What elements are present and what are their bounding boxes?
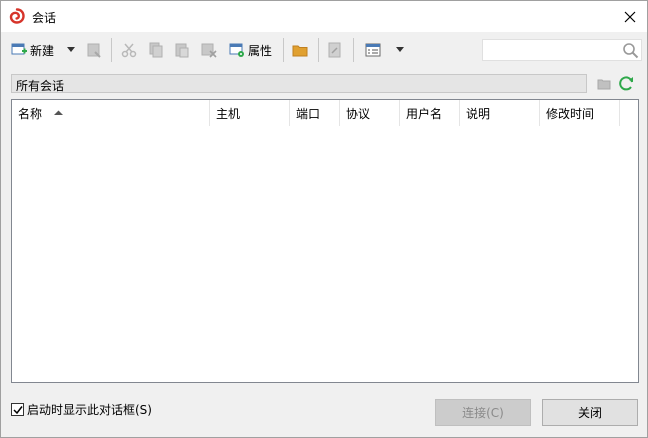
search-input[interactable] [482,39,642,61]
column-header-label: 修改时间 [546,106,595,121]
toolbar-separator [283,38,284,62]
properties-button[interactable]: 属性 [229,39,272,61]
close-window-button[interactable] [613,1,647,32]
toolbar: 新建 属性 [1,32,647,68]
sessions-dialog: 会话 新建 属性 所有会话 名称 主机 端口 协议 用户名 说明 修改时间 启动… [0,0,648,438]
column-header-description[interactable]: 说明 [460,100,540,126]
app-logo-icon [9,8,25,24]
show-on-startup-label: 启动时显示此对话框(S) [27,403,152,417]
new-session-icon [11,43,27,55]
export-button[interactable] [327,39,343,61]
column-header-label: 说明 [466,106,491,121]
list-header: 名称 主机 端口 协议 用户名 说明 修改时间 [12,100,638,126]
column-header-name[interactable]: 名称 [12,100,210,126]
column-header-port[interactable]: 端口 [290,100,340,126]
title-bar[interactable]: 会话 [1,1,647,32]
open-session-button[interactable] [86,39,102,61]
checkbox-box[interactable] [11,403,24,416]
open-session-icon [87,43,101,58]
view-mode-button[interactable] [365,39,381,61]
toolbar-separator [318,38,319,62]
paste-button[interactable] [174,39,190,61]
session-list[interactable]: 名称 主机 端口 协议 用户名 说明 修改时间 [11,99,639,383]
copy-icon [149,42,163,58]
column-header-label: 名称 [18,106,43,121]
show-on-startup-checkbox[interactable]: 启动时显示此对话框(S) [11,401,152,418]
column-header-host[interactable]: 主机 [210,100,290,126]
close-button[interactable]: 关闭 [542,399,638,426]
breadcrumb[interactable]: 所有会话 [11,74,587,93]
cut-icon [121,43,137,58]
toolbar-separator [353,38,354,62]
properties-icon [229,43,244,57]
column-header-label: 用户名 [406,106,443,121]
export-icon [328,42,341,58]
copy-button[interactable] [148,39,164,61]
folder-up-icon[interactable] [597,77,611,91]
refresh-icon[interactable] [618,75,635,92]
column-header-label: 端口 [296,106,321,121]
sort-ascending-icon [54,110,64,115]
new-session-dropdown[interactable] [67,39,76,61]
properties-label: 属性 [248,43,273,58]
paste-icon [175,43,189,58]
column-header-username[interactable]: 用户名 [400,100,460,126]
column-header-label: 主机 [216,106,241,121]
column-header-modified-time[interactable]: 修改时间 [540,100,620,126]
delete-icon [201,43,217,58]
folder-icon [292,45,308,57]
connect-button[interactable]: 连接(C) [435,399,531,426]
dropdown-arrow-icon [396,47,404,52]
new-folder-button[interactable] [292,39,308,61]
dropdown-arrow-icon [67,47,75,52]
window-title: 会话 [32,11,57,25]
delete-button[interactable] [201,39,217,61]
cut-button[interactable] [121,39,137,61]
checkmark-icon [12,405,23,414]
new-session-button[interactable]: 新建 [11,39,54,61]
list-view-icon [365,43,381,57]
view-mode-dropdown[interactable] [396,39,405,61]
search-icon [623,43,639,59]
new-session-label: 新建 [30,43,55,58]
breadcrumb-current: 所有会话 [16,79,65,93]
column-header-protocol[interactable]: 协议 [340,100,400,126]
column-header-label: 协议 [346,106,371,121]
toolbar-separator [111,38,112,62]
close-icon [624,11,636,22]
